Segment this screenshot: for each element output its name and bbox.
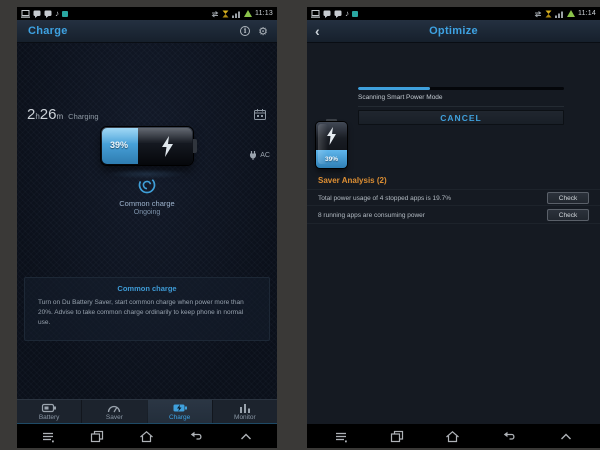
message-icon — [334, 10, 342, 18]
power-source-label: AC — [260, 152, 270, 159]
tab-battery[interactable]: Battery — [17, 400, 81, 423]
signal-icon — [555, 11, 563, 18]
info-icon[interactable]: i — [240, 26, 251, 36]
common-charge-info-box: Common charge Turn on Du Battery Saver, … — [24, 277, 270, 341]
info-box-body: Turn on Du Battery Saver, start common c… — [38, 299, 244, 327]
battery-charging-icon — [244, 10, 252, 17]
left-phone-screen: ♪ 11:13 Charge i ⚙ 2h26m Charging 39% AC… — [17, 7, 277, 448]
charging-duration: 2h26m Charging — [27, 106, 99, 124]
info-box-title: Common charge — [117, 284, 177, 293]
charging-label: Charging — [68, 112, 99, 121]
tab-monitor-label: Monitor — [234, 413, 256, 421]
tab-charge[interactable]: Charge — [146, 400, 212, 423]
battery-terminal — [193, 139, 197, 153]
analysis-row-text: Total power usage of 4 stopped apps is 1… — [318, 195, 451, 202]
clock: 11:14 — [578, 10, 596, 17]
tab-monitor[interactable]: Monitor — [211, 400, 277, 423]
analysis-row-text: 8 running apps are consuming power — [318, 212, 425, 219]
lightning-bolt-icon — [327, 127, 336, 145]
charging-spinner-icon — [137, 175, 157, 200]
lightning-bolt-icon — [162, 136, 173, 157]
power-source: AC — [249, 151, 270, 160]
check-button[interactable]: Check — [547, 192, 589, 204]
menu-icon[interactable] — [334, 430, 348, 443]
back-icon[interactable] — [502, 430, 517, 443]
battery-tab-icon — [42, 403, 57, 412]
music-note-icon: ♪ — [345, 8, 349, 18]
tab-saver[interactable]: Saver — [81, 400, 146, 423]
status-bar: ♪ 11:14 — [307, 7, 600, 20]
tab-saver-label: Saver — [105, 413, 123, 421]
optimize-content: Scanning Smart Power Mode CANCEL 39% Sav… — [307, 43, 600, 424]
chat-icon — [323, 10, 331, 18]
scan-status-text: Scanning Smart Power Mode — [358, 94, 443, 101]
bottom-tab-bar: Battery Saver Charge Monitor — [17, 399, 277, 424]
android-nav-bar — [307, 424, 600, 448]
history-calendar-icon[interactable] — [254, 107, 266, 125]
charge-content: 2h26m Charging 39% AC Common charge Ongo… — [17, 43, 277, 399]
chevron-up-icon[interactable] — [559, 430, 573, 443]
charge-mode-label: Common charge — [119, 199, 175, 208]
android-nav-bar — [17, 424, 277, 448]
page-title: Optimize — [429, 25, 478, 37]
menu-icon[interactable] — [41, 430, 55, 443]
status-bar: ♪ 11:13 — [17, 7, 277, 20]
app-header: ‹ Optimize — [307, 20, 600, 43]
charge-status-label: Ongoing — [133, 209, 161, 216]
sync-icon — [534, 10, 542, 17]
battery-graphic: 39% — [101, 127, 197, 165]
recents-icon[interactable] — [390, 430, 404, 443]
message-icon — [44, 10, 52, 18]
battery-graphic: 39% — [316, 119, 347, 168]
minutes-unit: m — [56, 112, 64, 121]
page-title: Charge — [28, 25, 68, 37]
chevron-up-icon[interactable] — [239, 430, 253, 443]
plug-icon — [250, 151, 257, 160]
right-phone-screen: ♪ 11:14 ‹ Optimize Scanning Smart Power … — [307, 7, 600, 448]
battery-percent-label: 39% — [110, 140, 129, 150]
chat-icon — [33, 10, 41, 18]
charge-tab-icon — [173, 404, 187, 411]
recents-icon[interactable] — [90, 430, 104, 443]
duration-minutes: 26 — [39, 106, 57, 123]
clock: 11:13 — [255, 10, 273, 17]
divider — [358, 106, 564, 107]
saver-analysis-title: Saver Analysis (2) — [318, 176, 387, 185]
saver-tab-icon — [108, 405, 121, 412]
monitor-tab-icon — [239, 403, 250, 413]
back-icon[interactable] — [189, 430, 204, 443]
app-header: Charge i ⚙ — [17, 20, 277, 43]
scan-progress-fill — [358, 87, 431, 90]
scan-progress-bar — [358, 87, 564, 90]
battery-charging-icon — [567, 10, 575, 17]
gear-icon[interactable]: ⚙ — [258, 26, 268, 37]
check-button[interactable]: Check — [547, 209, 589, 221]
tab-charge-label: Charge — [168, 413, 191, 421]
app-notification-icon — [62, 10, 68, 17]
signal-icon — [232, 11, 240, 18]
screenshot-collage: ♪ 11:13 Charge i ⚙ 2h26m Charging 39% AC… — [0, 0, 600, 450]
hourglass-icon — [545, 10, 552, 17]
hourglass-icon — [222, 10, 229, 17]
music-note-icon: ♪ — [55, 8, 59, 18]
screenshot-icon — [21, 9, 30, 18]
screenshot-icon — [311, 9, 320, 18]
tab-battery-label: Battery — [38, 413, 60, 421]
analysis-row: Total power usage of 4 stopped apps is 1… — [307, 189, 600, 206]
cancel-button[interactable]: CANCEL — [358, 110, 564, 125]
app-notification-icon — [352, 10, 358, 17]
analysis-row: 8 running apps are consuming power Check — [307, 207, 600, 224]
back-arrow-icon[interactable]: ‹ — [315, 24, 320, 38]
sync-icon — [211, 10, 219, 17]
home-icon[interactable] — [445, 430, 460, 443]
home-icon[interactable] — [139, 430, 154, 443]
